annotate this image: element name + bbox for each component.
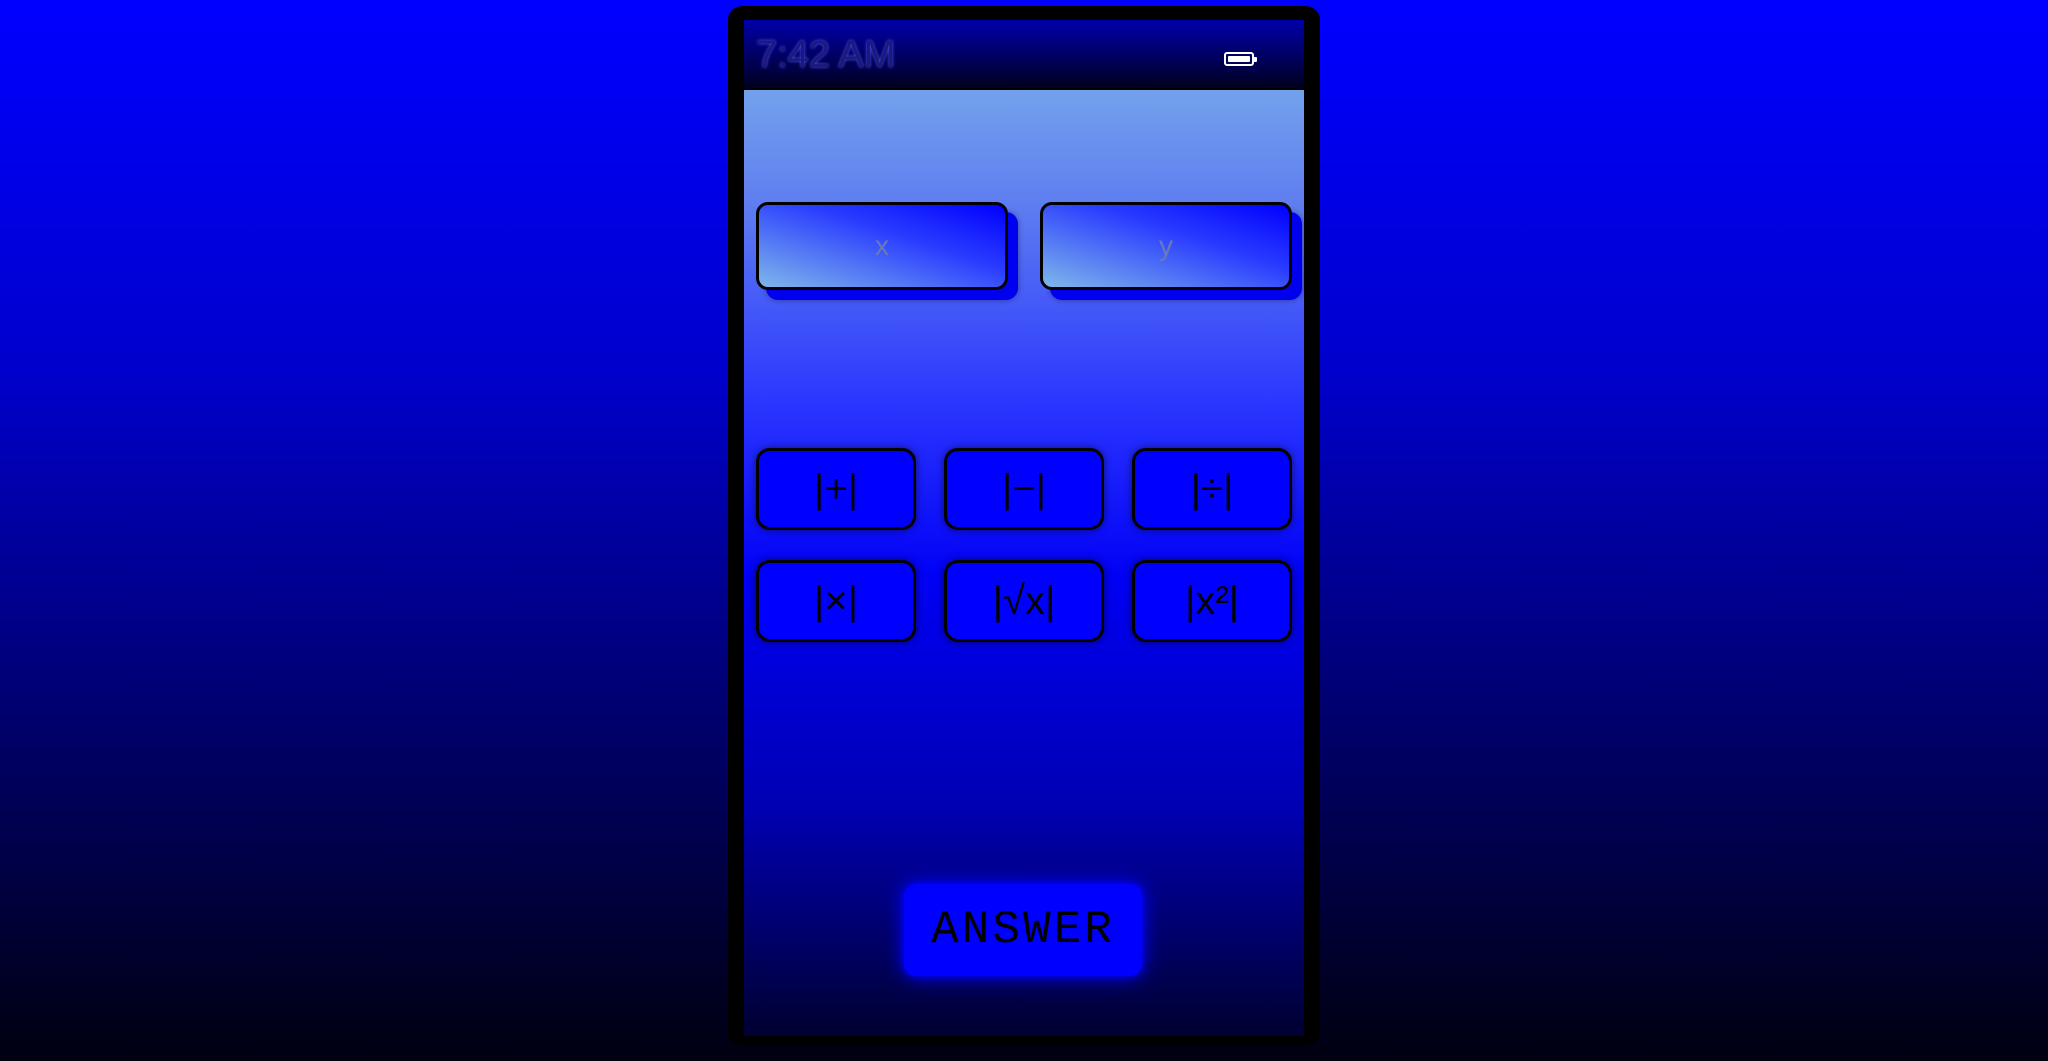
subtract-button[interactable]: |−|	[944, 448, 1104, 530]
x-input[interactable]	[756, 202, 1008, 290]
square-root-button[interactable]: |√x|	[944, 560, 1104, 642]
divide-button[interactable]: |÷|	[1132, 448, 1292, 530]
phone-frame: 7:42 AM |+| |−| |÷| |×| |√x| |x²| ANSWER	[728, 6, 1320, 1046]
square-button[interactable]: |x²|	[1132, 560, 1292, 642]
app-screen: 7:42 AM |+| |−| |÷| |×| |√x| |x²| ANSWER	[744, 20, 1304, 1036]
battery-icon	[1224, 52, 1257, 66]
add-button[interactable]: |+|	[756, 448, 916, 530]
y-input[interactable]	[1040, 202, 1292, 290]
answer-button[interactable]: ANSWER	[904, 884, 1142, 976]
status-bar: 7:42 AM	[744, 20, 1304, 90]
status-time: 7:42 AM	[756, 34, 896, 76]
multiply-button[interactable]: |×|	[756, 560, 916, 642]
